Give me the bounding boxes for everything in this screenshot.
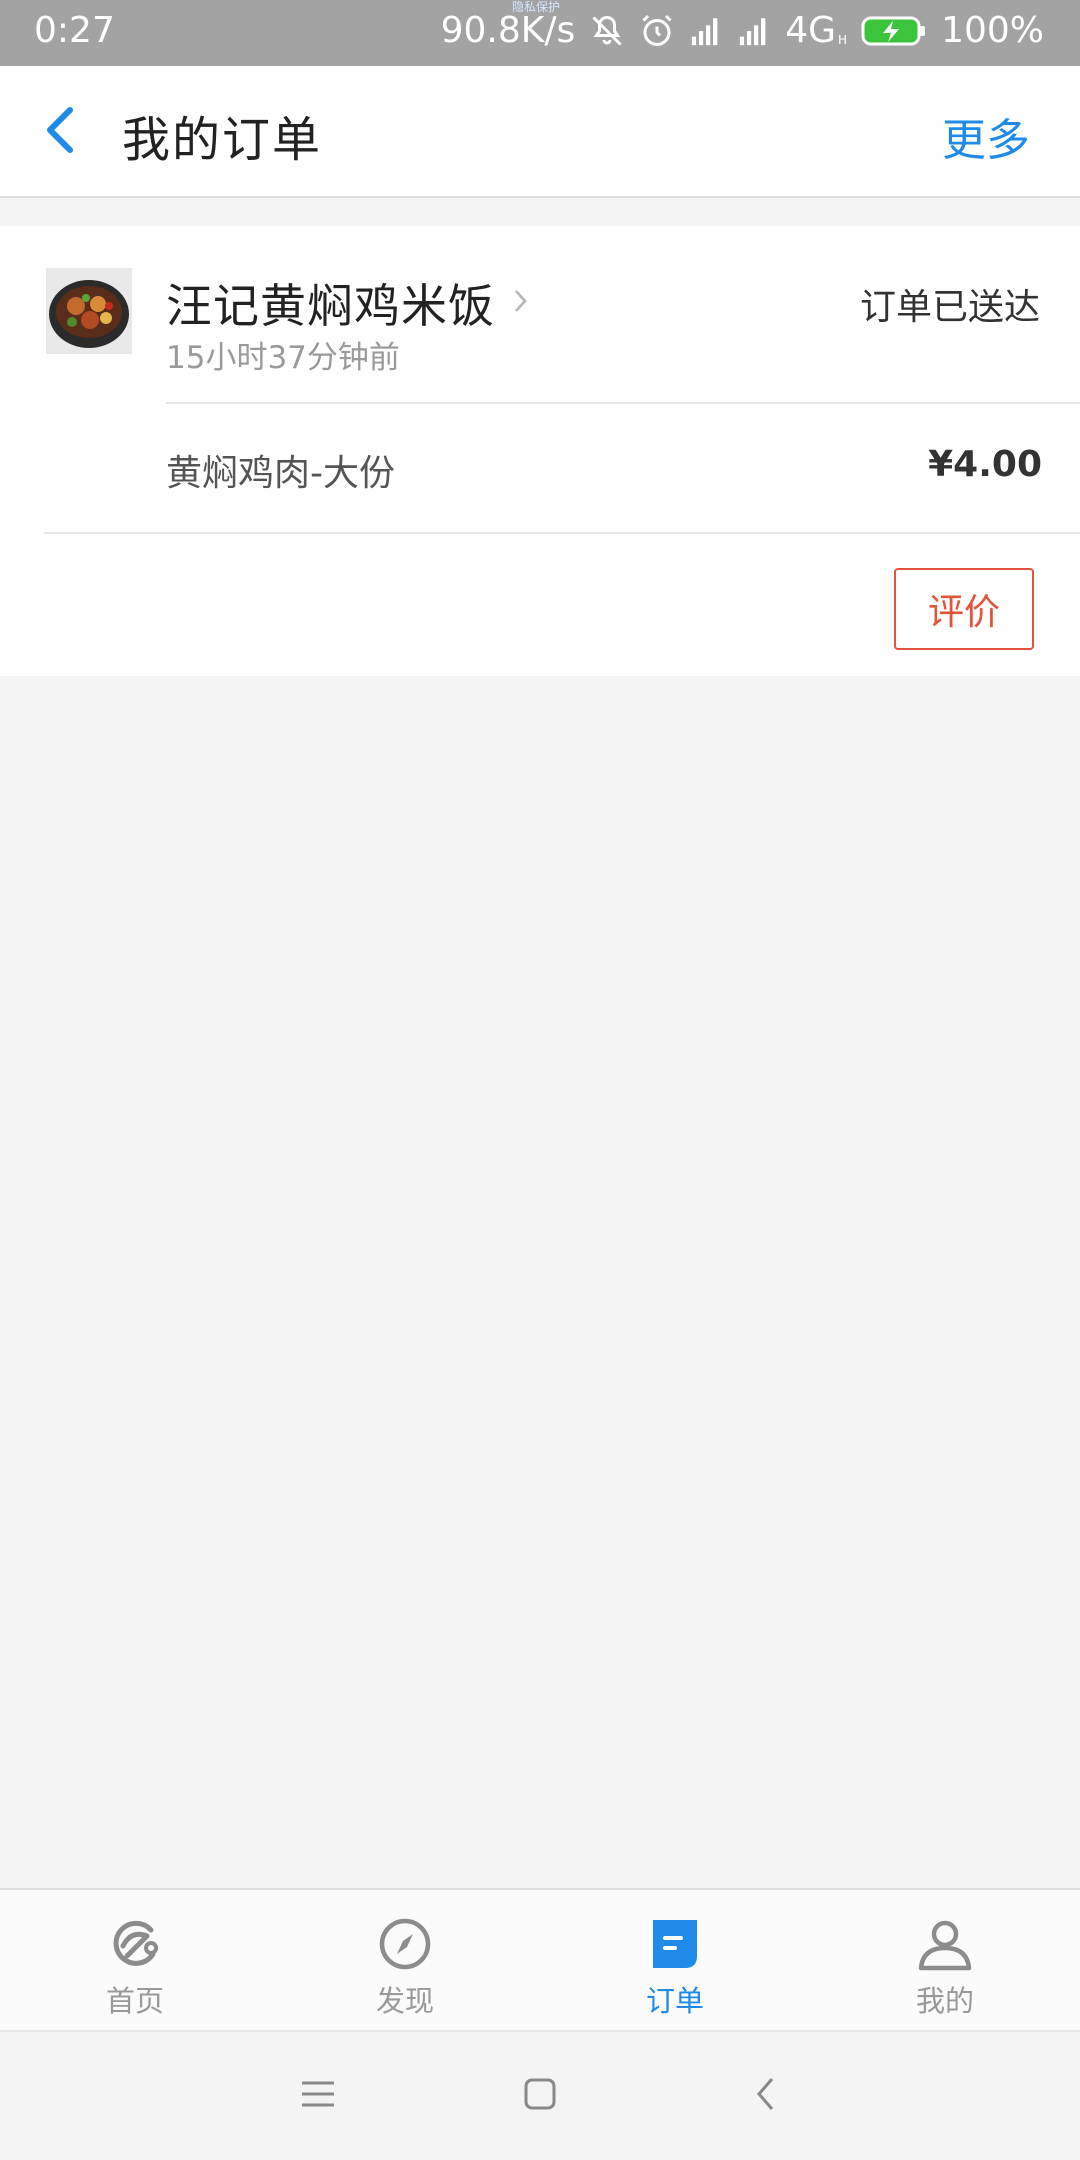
profile-icon (917, 1916, 973, 1976)
back-button[interactable] (30, 100, 90, 164)
back-arrow-icon (42, 104, 78, 160)
tab-label: 订单 (645, 1984, 704, 2018)
divider (44, 532, 1080, 534)
net-speed: 90.8K/s (440, 10, 576, 51)
divider (166, 402, 1080, 404)
status-right-group: 90.8K/s 4G H 100% (441, 10, 1044, 51)
page-title: 我的订单 (122, 112, 323, 168)
tab-discover[interactable]: 发现 (270, 1890, 540, 2030)
home-nav-button[interactable] (510, 2066, 570, 2126)
app-header: 我的订单 更多 (0, 66, 1080, 198)
alarm-icon (639, 13, 675, 49)
menu-icon (300, 2079, 336, 2113)
system-nav-bar (0, 2030, 1080, 2160)
mute-icon (589, 13, 625, 49)
order-status: 订单已送达 (859, 287, 1040, 328)
signal-icon-2 (737, 16, 771, 46)
network-type: 4G (785, 10, 837, 51)
square-icon (523, 2077, 557, 2115)
shop-name: 汪记黄焖鸡米饭 (166, 279, 495, 333)
tab-orders[interactable]: 订单 (540, 1890, 810, 2030)
item-name: 黄焖鸡肉-大份 (166, 453, 395, 494)
network-sub: H (838, 32, 848, 47)
back-nav-button[interactable] (736, 2066, 796, 2126)
item-price: ¥4.00 (928, 444, 1042, 485)
status-time: 0:27 (34, 10, 115, 51)
order-card[interactable]: 汪记黄焖鸡米饭 15小时37分钟前 订单已送达 黄焖鸡肉-大份 ¥4.00 评价 (0, 226, 1080, 676)
tab-label: 首页 (105, 1984, 164, 2018)
tab-home[interactable]: 首页 (0, 1890, 270, 2030)
shop-link[interactable]: 汪记黄焖鸡米饭 (166, 270, 529, 336)
tab-label: 发现 (375, 1984, 434, 2018)
review-button[interactable]: 评价 (894, 568, 1034, 650)
chevron-right-icon (513, 288, 529, 318)
order-time: 15小时37分钟前 (166, 340, 400, 376)
shop-thumbnail[interactable] (46, 268, 132, 354)
recent-apps-button[interactable] (288, 2066, 348, 2126)
tab-label: 我的 (915, 1984, 974, 2018)
battery-icon (861, 15, 927, 47)
chevron-left-icon (754, 2075, 778, 2117)
battery-percent: 100% (941, 10, 1044, 51)
bottom-tab-bar: 首页 发现 订单 我的 (0, 1888, 1080, 2030)
home-icon (107, 1916, 163, 1976)
compass-icon (377, 1916, 433, 1976)
more-button[interactable]: 更多 (942, 104, 1030, 168)
signal-icon (689, 16, 723, 46)
tab-profile[interactable]: 我的 (810, 1890, 1080, 2030)
status-bar: 0:27 隐私保护 90.8K/s 4G H 100% (0, 0, 1080, 66)
order-icon (647, 1916, 703, 1976)
